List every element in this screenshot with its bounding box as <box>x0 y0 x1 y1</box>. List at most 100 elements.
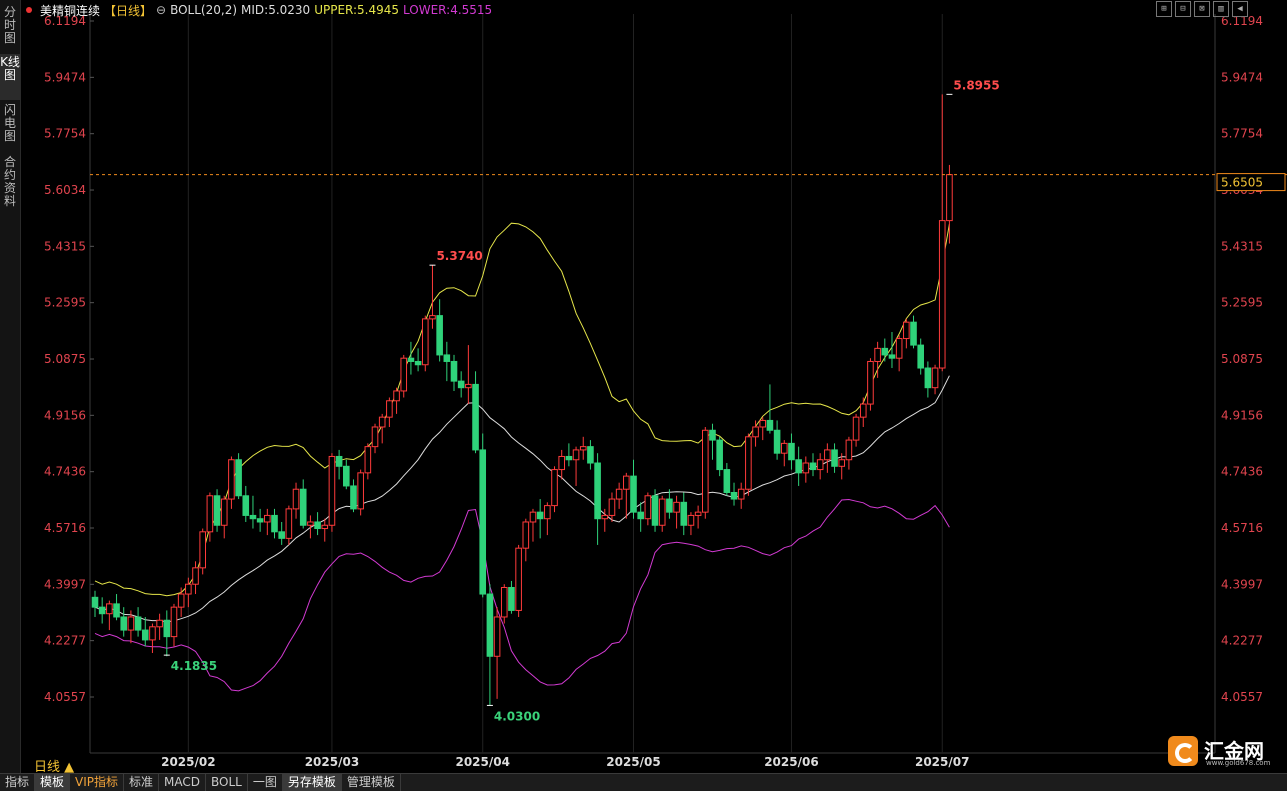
candle-up <box>493 616 501 657</box>
candle-down <box>508 586 515 611</box>
candle-up <box>874 347 881 362</box>
candle-up <box>127 616 135 631</box>
candle-down <box>235 459 242 497</box>
bottom-tab-one-chart[interactable]: 一图 <box>248 774 283 791</box>
x-tick-label: 2025/04 <box>455 755 509 769</box>
candle-up <box>429 315 436 320</box>
candle-down <box>709 429 716 441</box>
y-tick-label-right: 4.2277 <box>1221 634 1263 648</box>
candle-up <box>328 455 336 526</box>
settings-icon[interactable]: ⊖ <box>156 3 166 17</box>
legend-upper: UPPER:5.4945 <box>314 3 400 17</box>
y-tick-label-right: 5.7754 <box>1221 127 1263 141</box>
candle-up <box>780 442 788 454</box>
candle-down <box>271 514 278 533</box>
y-tick-label-left: 4.9156 <box>44 408 86 422</box>
boll-lower-line <box>94 498 950 692</box>
legend-lower: LOWER:4.5515 <box>403 3 493 17</box>
candle-down <box>565 455 573 461</box>
candle-down <box>587 446 594 464</box>
candle-up <box>307 521 314 526</box>
candle-down <box>343 465 350 487</box>
candle-up <box>393 390 400 402</box>
candle-down <box>881 347 889 356</box>
brand-logo: 汇金网 www.gold678.com <box>1166 734 1284 770</box>
bottom-tab-manage-template[interactable]: 管理模板 <box>342 774 401 791</box>
candlestick-chart[interactable]: 6.1194 6.11945.9474 5.94745.7754 5.77545.60… <box>0 0 1287 773</box>
x-tick-label: 2025/05 <box>606 755 660 769</box>
candle-up <box>544 505 551 520</box>
candle-down <box>314 521 321 530</box>
candle-up <box>572 449 580 461</box>
logo-url: www.gold678.com <box>1206 759 1271 767</box>
candle-down <box>910 321 917 346</box>
candle-up <box>752 426 759 438</box>
candle-up <box>845 439 853 461</box>
candle-down <box>436 315 443 356</box>
candle-up <box>946 174 953 222</box>
bottom-tab-macd[interactable]: MACD <box>159 774 207 791</box>
candle-down <box>299 488 307 526</box>
x-tick-label: 2025/07 <box>915 755 969 769</box>
y-tick-label-left: 5.4315 <box>44 239 86 253</box>
candle-down <box>450 360 458 382</box>
candle-up <box>177 593 185 608</box>
candle-down <box>795 459 802 474</box>
bottom-tab-boll[interactable]: BOLL <box>206 774 248 791</box>
bottom-tab-standard[interactable]: 标准 <box>124 774 160 791</box>
candle-up <box>199 531 206 569</box>
candle-down <box>788 442 795 461</box>
candle-up <box>156 619 163 628</box>
candle-up <box>264 514 271 523</box>
y-tick-label-right: 5.0875 <box>1221 352 1263 366</box>
extreme-label: 4.0300 <box>494 709 540 723</box>
bottom-tab-save-template[interactable]: 另存模板 <box>282 774 342 791</box>
extreme-label: 5.8955 <box>953 78 999 92</box>
candle-up <box>867 360 874 405</box>
candle-down <box>443 354 451 362</box>
candle-up <box>558 455 566 471</box>
legend-bullet-icon <box>26 7 32 13</box>
candle-up <box>759 419 767 428</box>
bottom-tab-indicator[interactable]: 指标 <box>0 774 36 791</box>
y-tick-label-right: 4.9156 <box>1221 408 1263 422</box>
candle-down <box>256 518 264 523</box>
candle-down <box>163 619 171 638</box>
candle-up <box>192 567 199 585</box>
candle-up <box>816 459 824 471</box>
boll-upper-line <box>94 222 950 597</box>
candle-up <box>357 472 364 510</box>
layout-columns-icon[interactable]: ▥ <box>1213 1 1229 17</box>
y-tick-label-left: 5.7754 <box>44 127 86 141</box>
layout-grid-icon[interactable]: ⊞ <box>1156 1 1172 17</box>
collapse-icon[interactable]: ◀ <box>1232 1 1248 17</box>
legend-period: 【日线】 <box>104 3 153 18</box>
candle-up <box>285 508 293 539</box>
candle-up <box>515 547 522 611</box>
candle-up <box>220 498 228 526</box>
bottom-tab-template[interactable]: 模板 <box>35 774 71 791</box>
y-tick-label-right: 4.7436 <box>1221 465 1263 479</box>
candle-down <box>249 514 257 520</box>
candle-down <box>924 367 932 389</box>
candle-down <box>716 439 723 471</box>
bottom-toolbar: 指标 模板 VIP指标 标准 MACD BOLL 一图 另存模板 管理模板 <box>0 773 1287 791</box>
chart-toolbar: ⊞ ⊟ ⊠ ▥ ◀ <box>1153 1 1248 17</box>
candle-up <box>658 498 666 526</box>
y-tick-label-left: 4.2277 <box>44 634 86 648</box>
candle-down <box>472 383 479 451</box>
candle-down <box>98 606 106 615</box>
candle-down <box>594 462 601 520</box>
candle-up <box>386 400 393 418</box>
candle-down <box>666 498 673 513</box>
candle-down <box>831 449 838 467</box>
candle-up <box>421 318 429 366</box>
candle-down <box>141 629 149 641</box>
y-tick-label-right: 5.2595 <box>1221 296 1263 310</box>
y-tick-label-right: 5.9474 <box>1221 70 1263 84</box>
layout-close-icon[interactable]: ⊠ <box>1194 1 1210 17</box>
layout-split-icon[interactable]: ⊟ <box>1175 1 1191 17</box>
x-tick-label: 2025/03 <box>305 755 359 769</box>
candle-down <box>486 593 494 657</box>
bottom-tab-vip-indicator[interactable]: VIP指标 <box>70 774 125 791</box>
